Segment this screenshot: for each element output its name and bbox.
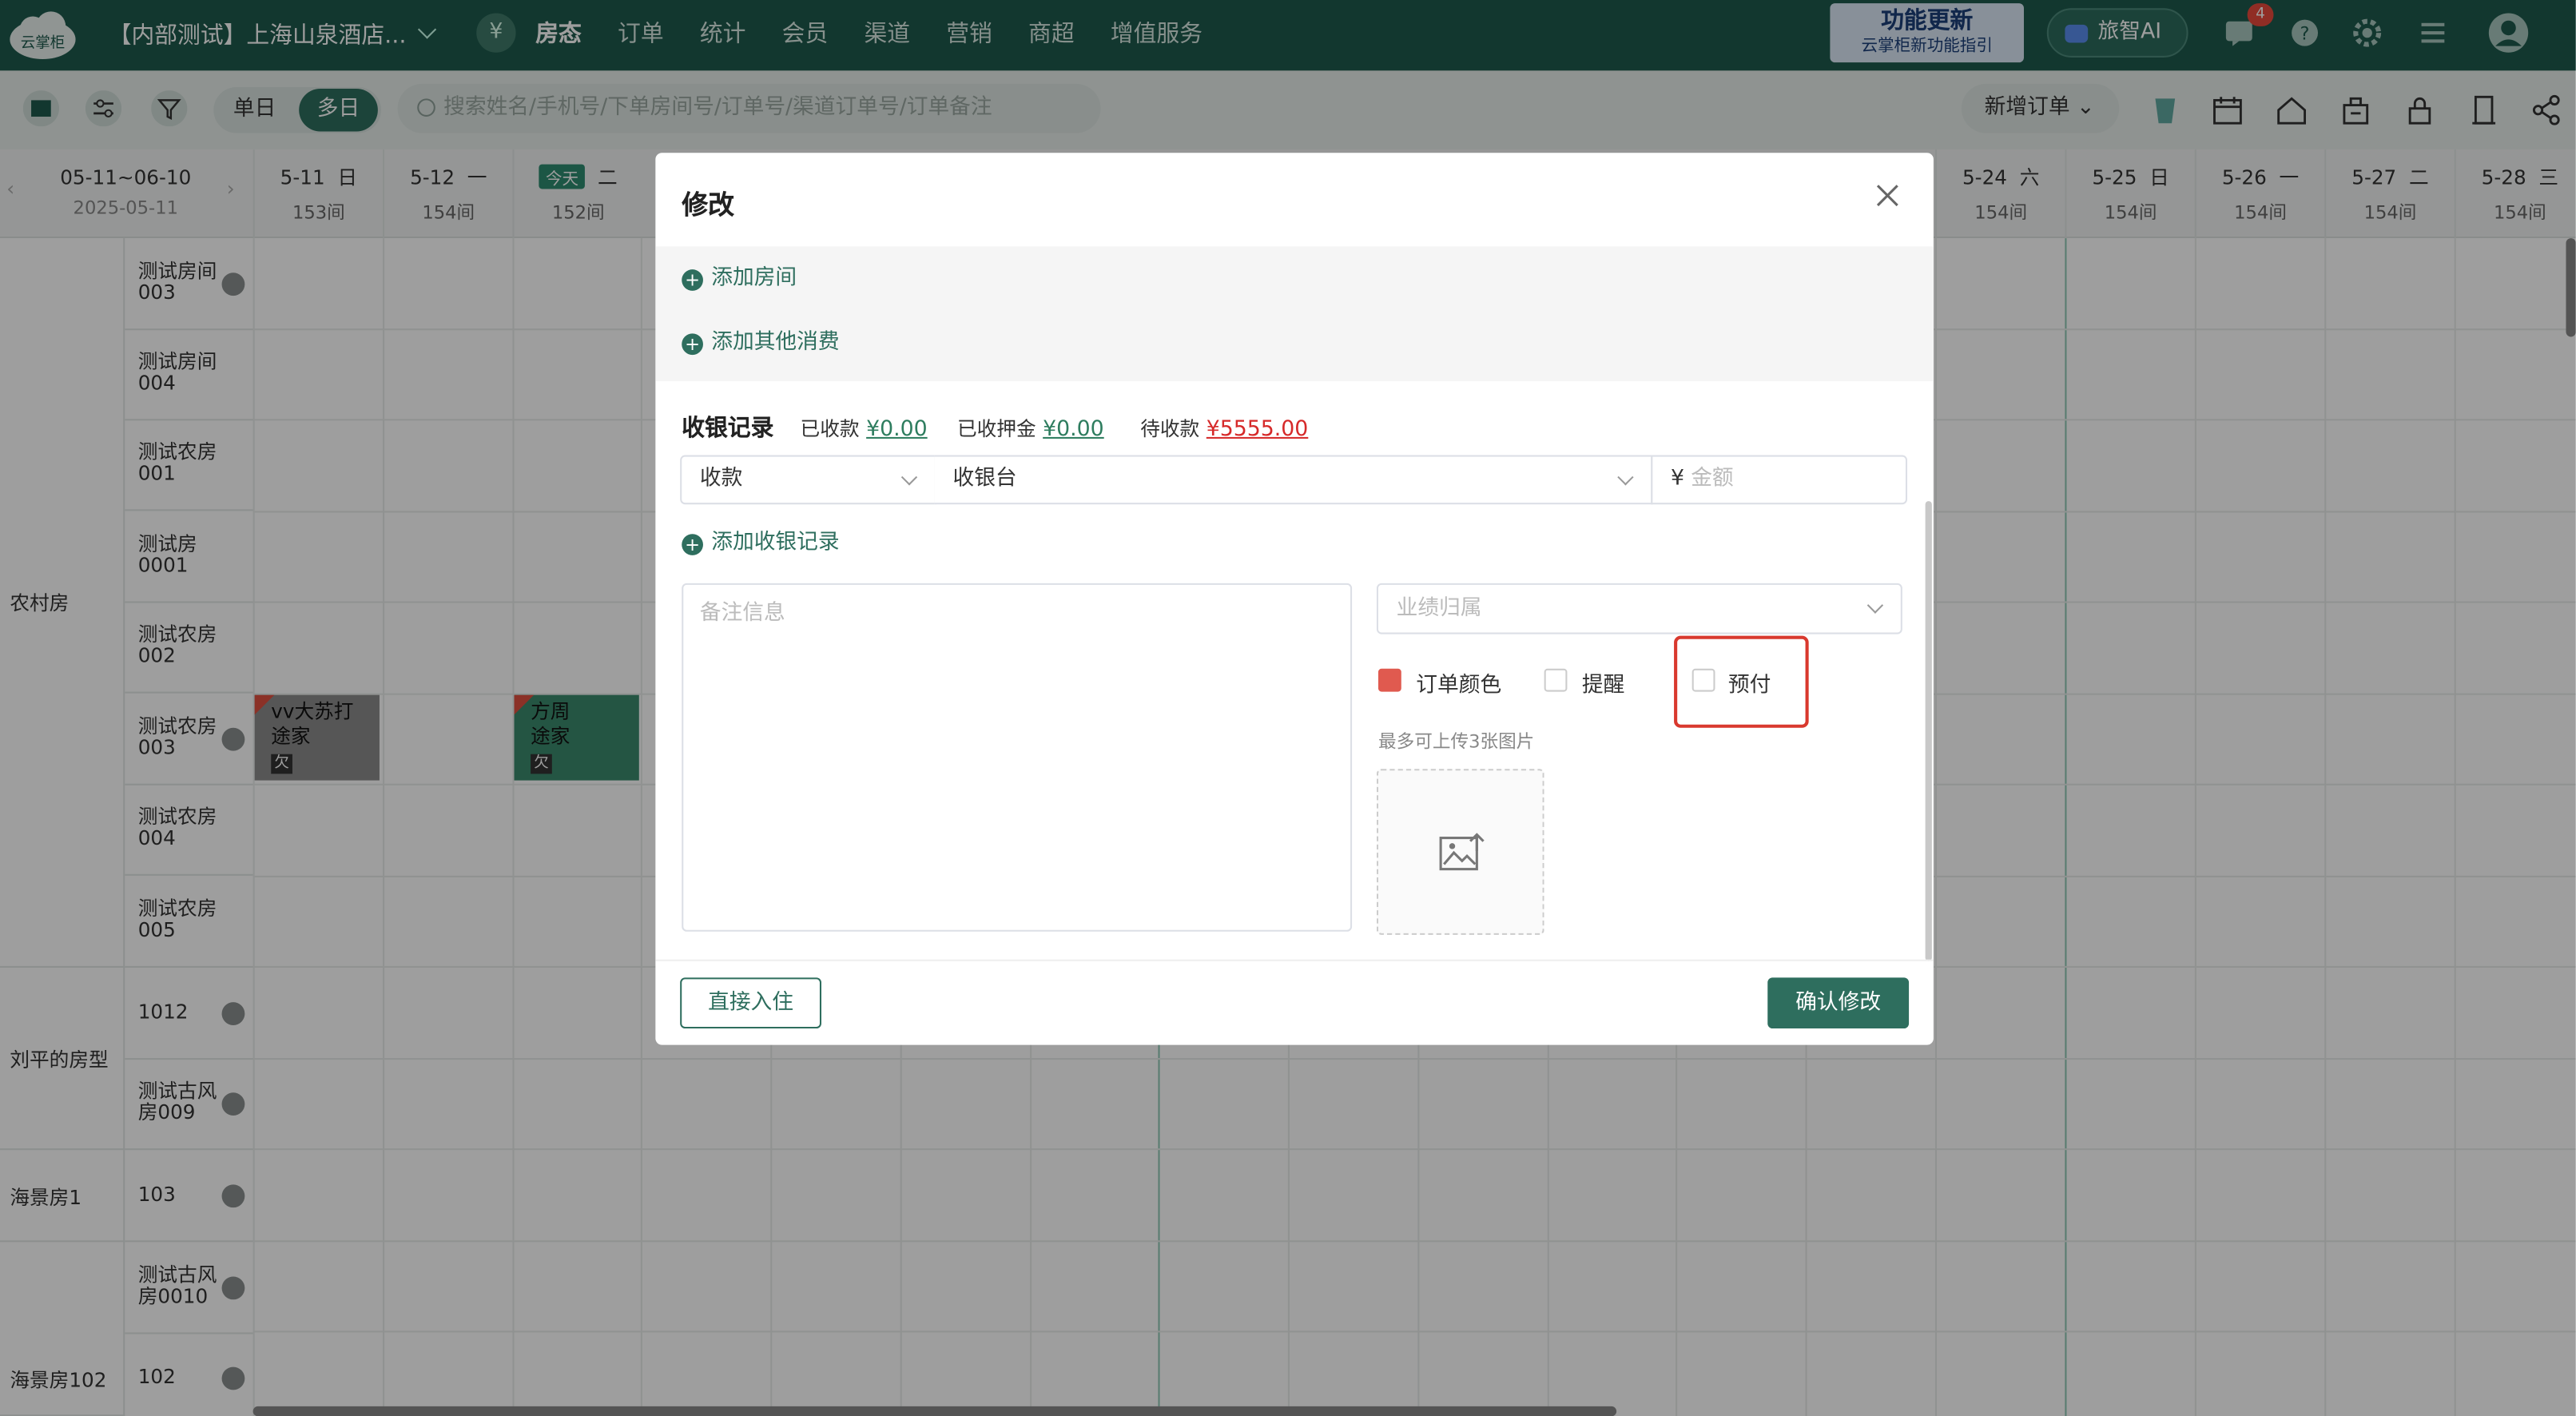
- payment-type-value: 收款: [699, 466, 743, 491]
- add-other-expense-link[interactable]: + 添加其他消费: [682, 324, 840, 356]
- add-other-label: 添加其他消费: [711, 330, 840, 356]
- currency-symbol: ¥: [1670, 466, 1684, 491]
- received-label: 已收款: [800, 417, 860, 441]
- notes-placeholder: 备注信息: [699, 601, 785, 626]
- cash-summary: 收银记录 已收款 ¥0.00 已收押金 ¥0.00 待收款 ¥5555.00: [682, 411, 1308, 443]
- chevron-down-icon: [1617, 469, 1634, 486]
- remind-label: 提醒: [1581, 673, 1625, 698]
- modal-footer: [655, 959, 1934, 1045]
- modal-title: 修改: [682, 189, 735, 221]
- deposit-label: 已收押金: [956, 417, 1036, 441]
- add-cash-record-link[interactable]: + 添加收银记录: [682, 524, 840, 555]
- performance-placeholder: 业绩归属: [1396, 596, 1482, 622]
- confirm-modify-button[interactable]: 确认修改: [1767, 977, 1910, 1029]
- payment-channel-select[interactable]: 收银台: [934, 455, 1653, 505]
- chevron-down-icon: [1866, 597, 1884, 614]
- order-color-label: 订单颜色: [1416, 673, 1502, 698]
- add-cash-label: 添加收银记录: [711, 531, 840, 555]
- plus-circle-icon: +: [682, 269, 703, 291]
- plus-circle-icon: +: [682, 333, 703, 356]
- amount-input[interactable]: ¥ 金额: [1651, 455, 1908, 505]
- notes-textarea[interactable]: 备注信息: [682, 583, 1353, 932]
- amount-placeholder: 金额: [1691, 466, 1734, 491]
- pending-amount[interactable]: ¥5555.00: [1207, 417, 1309, 442]
- close-icon[interactable]: [1874, 182, 1901, 209]
- remind-checkbox[interactable]: [1544, 668, 1568, 692]
- add-room-link[interactable]: + 添加房间: [682, 260, 797, 291]
- order-items-section: [655, 246, 1934, 381]
- performance-owner-select[interactable]: 业绩归属: [1376, 583, 1902, 634]
- modal-scrollbar[interactable]: [1925, 501, 1932, 961]
- upload-hint: 最多可上传3张图片: [1377, 730, 1535, 753]
- upload-image-icon: [1439, 833, 1485, 871]
- order-color-swatch[interactable]: [1377, 668, 1401, 692]
- payment-channel-value: 收银台: [952, 466, 1017, 491]
- cash-title: 收银记录: [682, 416, 774, 443]
- received-amount[interactable]: ¥0.00: [866, 417, 928, 442]
- image-upload-area[interactable]: [1376, 769, 1544, 935]
- deposit-amount[interactable]: ¥0.00: [1043, 417, 1104, 442]
- pending-label: 待收款: [1140, 417, 1200, 441]
- payment-type-select[interactable]: 收款: [680, 455, 936, 505]
- direct-checkin-button[interactable]: 直接入住: [680, 977, 821, 1029]
- chevron-down-icon: [900, 469, 918, 486]
- prepay-checkbox[interactable]: [1691, 668, 1715, 692]
- edit-order-modal: 修改 + 添加房间 + 添加其他消费 收银记录 已收款 ¥0.00 已收押金 ¥0.…: [655, 153, 1934, 1045]
- plus-circle-icon: +: [682, 534, 703, 555]
- prepay-label: 预付: [1727, 673, 1771, 698]
- add-room-label: 添加房间: [711, 266, 797, 291]
